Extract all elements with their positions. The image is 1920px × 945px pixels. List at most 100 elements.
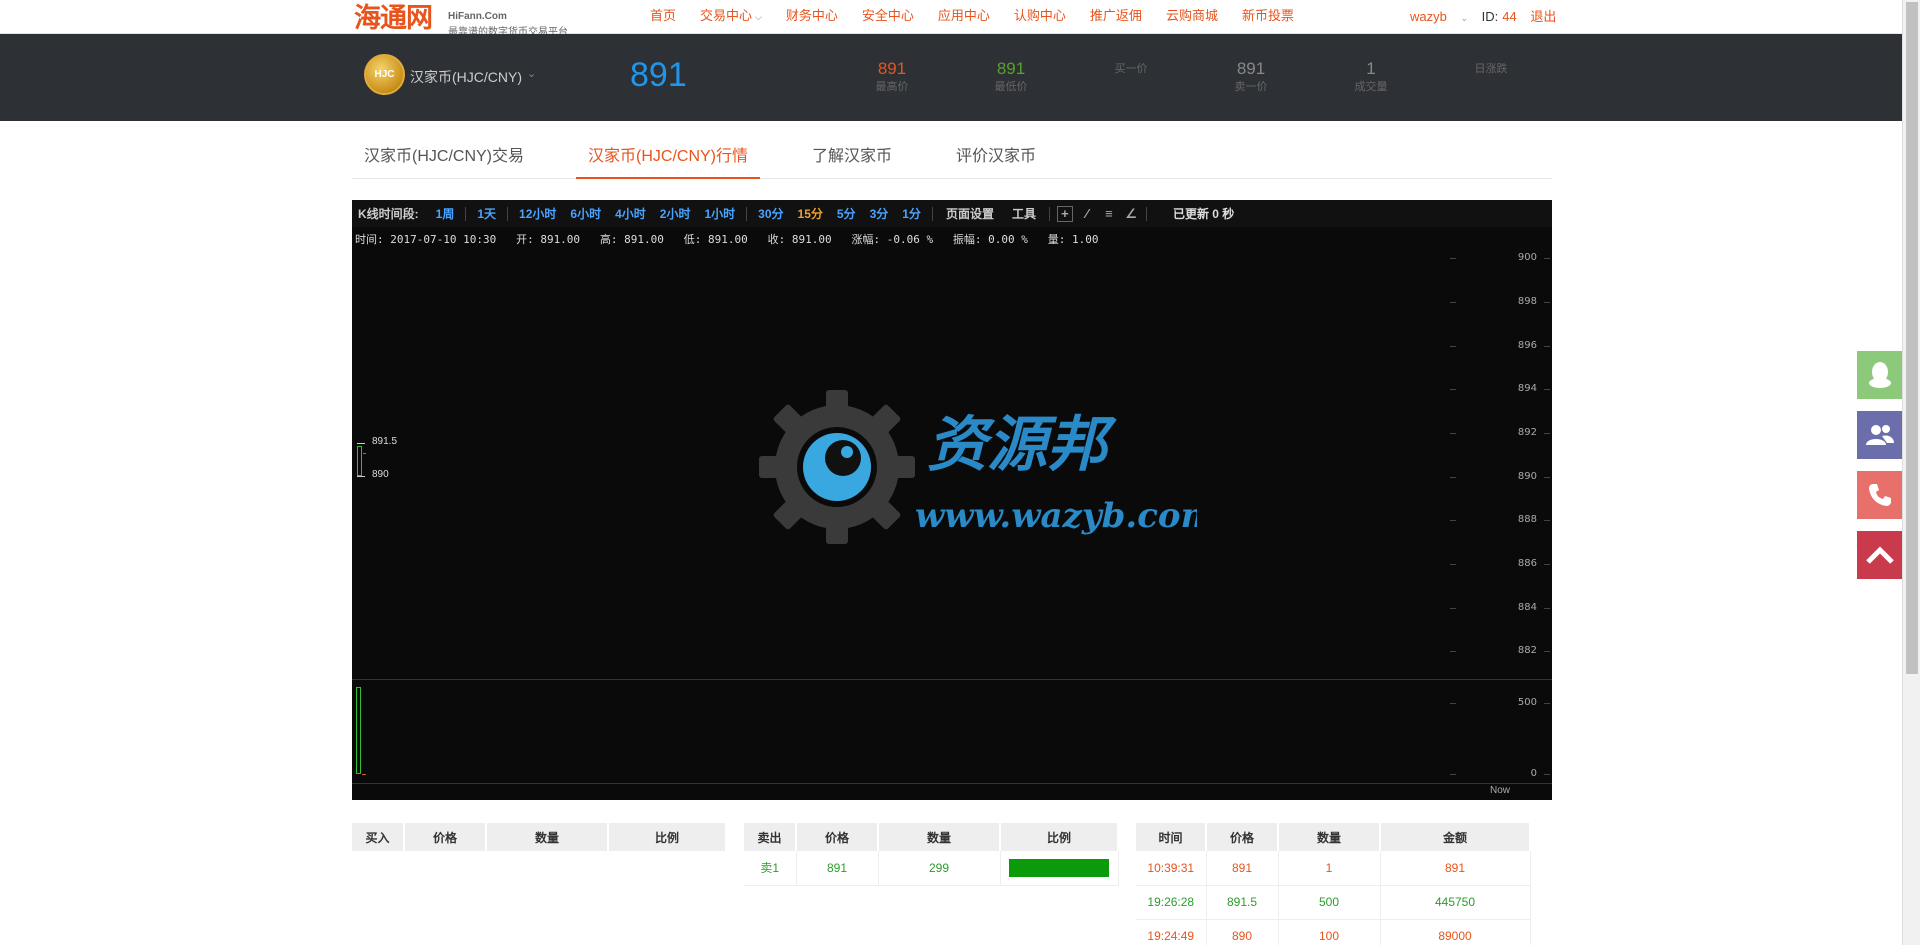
coin-logo-icon: HJC (364, 54, 405, 95)
user-id-label: ID: (1481, 9, 1499, 24)
price-axis-label: 894 (1517, 383, 1537, 394)
period-1w[interactable]: 1周 (436, 205, 455, 222)
column-header: 比例 (1000, 823, 1119, 851)
trade-amount: 891 (1380, 851, 1531, 886)
market-header: HJC 汉家币(HJC/CNY) ⌄ 891 891 最高价 891 最低价 买… (0, 34, 1902, 121)
period-1m[interactable]: 1分 (902, 205, 921, 222)
stat-bid: 买一价 (1086, 62, 1176, 76)
axis-tick (1450, 564, 1456, 565)
price-axis-label: 882 (1517, 645, 1537, 656)
watermark-title: 资源邦 (927, 410, 1117, 480)
price-axis-label: 886 (1517, 558, 1537, 569)
toolbar-divider (1048, 206, 1050, 221)
back-to-top-button[interactable] (1857, 531, 1903, 579)
phone-contact-button[interactable] (1857, 471, 1903, 519)
parallel-lines-icon[interactable]: ≡ (1101, 206, 1117, 222)
price-axis-label: 890 (1517, 471, 1537, 482)
kline-chart[interactable]: K线时间段: 1周 1天 12小时 6小时 4小时 2小时 1小时 30分 15… (352, 200, 1552, 800)
page-scrollbar[interactable] (1902, 0, 1920, 945)
nav-referral[interactable]: 推广返佣 (1078, 0, 1154, 34)
period-1h[interactable]: 1小时 (704, 205, 735, 222)
coin-tabs: 汉家币(HJC/CNY)交易 汉家币(HJC/CNY)行情 了解汉家币 评价汉家… (352, 139, 1552, 179)
crosshair-icon[interactable]: + (1056, 205, 1073, 222)
axis-tick (1544, 389, 1550, 390)
stat-low: 891 最低价 (966, 58, 1056, 94)
stat-low-label: 最低价 (994, 81, 1028, 93)
column-header: 价格 (404, 823, 487, 851)
candlestick[interactable] (357, 446, 362, 476)
nav-app-center[interactable]: 应用中心 (926, 0, 1002, 34)
user-area: wazyb ⌄ ID: 44 退出 (1410, 0, 1566, 34)
nav-coin-vote[interactable]: 新币投票 (1230, 0, 1306, 34)
toolbar-divider (746, 206, 748, 221)
tab-trade[interactable]: 汉家币(HJC/CNY)交易 (352, 139, 536, 179)
candle-info: 时间: 2017-07-10 10:30 开: 891.00 高: 891.00… (355, 233, 1099, 246)
users-icon (1866, 425, 1894, 445)
period-1d[interactable]: 1天 (477, 205, 496, 222)
table-row[interactable]: 卖1 891 299 (744, 851, 1119, 886)
username-menu[interactable]: wazyb ⌄ (1410, 9, 1468, 24)
qq-contact-button[interactable] (1857, 351, 1903, 399)
stat-daily-change: 日涨跌 (1446, 62, 1536, 76)
update-status: 已更新 0 秒 (1172, 207, 1235, 221)
tab-market[interactable]: 汉家币(HJC/CNY)行情 (576, 139, 760, 179)
time-now-label: Now (1490, 785, 1511, 796)
tools-menu[interactable]: 工具 (1012, 205, 1036, 222)
stat-high-label: 最高价 (875, 81, 909, 93)
trade-price: 891.5 (1206, 885, 1279, 920)
trade-time: 19:24:49 (1136, 919, 1207, 945)
column-header: 数量 (878, 823, 1001, 851)
column-header: 价格 (796, 823, 879, 851)
time-axis-divider (352, 783, 1552, 784)
page-settings-menu[interactable]: 页面设置 (946, 205, 994, 222)
customer-service-button[interactable] (1857, 411, 1903, 459)
price-axis-label: 900 (1517, 252, 1537, 263)
logo-main-text: 海通网 (354, 3, 433, 34)
period-2h[interactable]: 2小时 (660, 205, 691, 222)
tab-review-coin[interactable]: 评价汉家币 (944, 139, 1048, 179)
stat-high-value: 891 (877, 59, 907, 78)
nav-home[interactable]: 首页 (638, 0, 688, 34)
stat-volume-value: 1 (1366, 59, 1376, 78)
period-3m[interactable]: 3分 (870, 205, 889, 222)
coin-selector[interactable]: 汉家币(HJC/CNY) (410, 67, 522, 87)
current-price: 891 (630, 56, 687, 94)
period-15m[interactable]: 15分 (798, 205, 823, 222)
sell-label: 卖1 (744, 851, 797, 886)
period-4h[interactable]: 4小时 (615, 205, 646, 222)
fan-lines-icon[interactable]: ∠ (1123, 206, 1139, 222)
period-5m[interactable]: 5分 (837, 205, 856, 222)
axis-tick (1544, 651, 1550, 652)
sell-orders-table: 卖出 价格 数量 比例 卖1 891 299 (744, 823, 1119, 886)
nav-security-center[interactable]: 安全中心 (850, 0, 926, 34)
period-30m[interactable]: 30分 (758, 205, 783, 222)
line-draw-icon[interactable]: ⁄ (1079, 206, 1095, 222)
top-navbar: 海通网 HiFann.Com 最靠谱的数字货币交易平台 首页 交易中心 ⌵ 财务中… (0, 0, 1902, 38)
scrollbar-thumb[interactable] (1906, 2, 1918, 674)
axis-tick (1450, 651, 1456, 652)
buy-orders-table: 买入 价格 数量 比例 (352, 823, 727, 851)
chevron-down-icon: ⌵ (755, 12, 762, 22)
nav-cloud-mall[interactable]: 云购商城 (1154, 0, 1230, 34)
stat-daily-change-label: 日涨跌 (1474, 63, 1508, 75)
chevron-down-icon[interactable]: ⌄ (527, 67, 536, 80)
stat-volume-label: 成交量 (1354, 81, 1388, 93)
price-axis-label: 884 (1517, 602, 1537, 613)
nav-trade-center[interactable]: 交易中心 ⌵ (688, 0, 774, 34)
stat-high: 891 最高价 (847, 58, 937, 94)
volume-axis-label: 500 (1517, 697, 1537, 708)
logout-link[interactable]: 退出 (1530, 9, 1556, 24)
trade-price: 891 (1206, 851, 1279, 886)
toolbar-divider (507, 206, 509, 221)
nav-finance-center[interactable]: 财务中心 (774, 0, 850, 34)
stat-ask: 891 卖一价 (1206, 58, 1296, 94)
axis-tick (1544, 703, 1550, 704)
close-marker (363, 453, 366, 454)
period-6h[interactable]: 6小时 (570, 205, 601, 222)
period-12h[interactable]: 12小时 (519, 205, 556, 222)
logo-site-text: HiFann.Com (448, 11, 507, 22)
username: wazyb (1410, 9, 1447, 24)
nav-subscription-center[interactable]: 认购中心 (1002, 0, 1078, 34)
tab-about-coin[interactable]: 了解汉家币 (800, 139, 904, 179)
table-row: 19:26:28 891.5 500 445750 (1136, 885, 1531, 920)
